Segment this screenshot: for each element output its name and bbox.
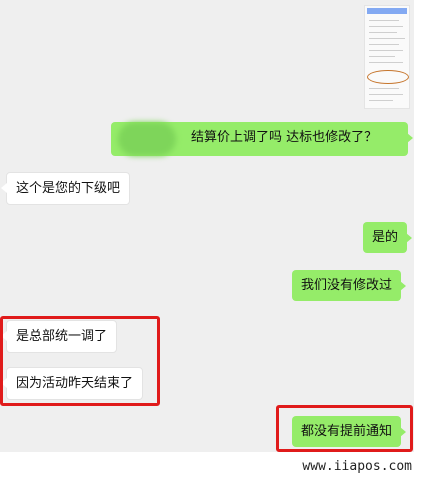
image-thumbnail[interactable] xyxy=(364,5,410,109)
highlight-box-outgoing xyxy=(276,405,413,452)
message-text: 这个是您的下级吧 xyxy=(16,181,121,196)
thumbnail-header xyxy=(367,8,407,14)
watermark: www.iiapos.com xyxy=(0,452,423,482)
message-text: 结算价上调了吗 达标也修改了？ xyxy=(191,130,378,145)
message-text: 是的 xyxy=(372,230,399,245)
chat-area: 结算价上调了吗 达标也修改了？ 这个是您的下级吧 是的 我们没有修改过 是总部统… xyxy=(0,0,414,452)
message-text: 我们没有修改过 xyxy=(301,278,393,293)
highlight-box-incoming xyxy=(0,316,160,406)
thumbnail-annotation-oval xyxy=(367,70,409,84)
redacted-name-blur xyxy=(118,122,176,156)
message-bubble-outgoing[interactable]: 我们没有修改过 xyxy=(292,270,407,301)
message-bubble-incoming[interactable]: 这个是您的下级吧 xyxy=(0,172,131,205)
message-bubble-outgoing[interactable]: 是的 xyxy=(363,222,413,253)
